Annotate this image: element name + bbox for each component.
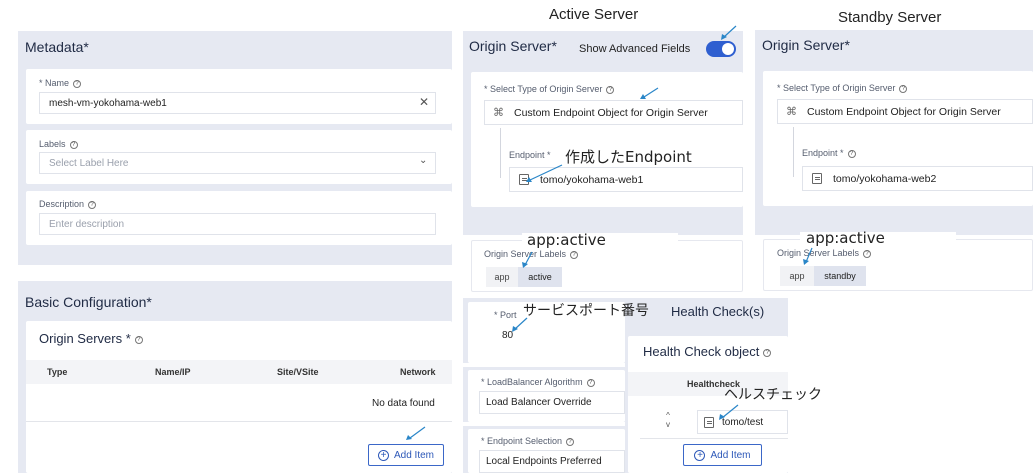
origin-servers-title: Origin Servers *? (39, 331, 143, 346)
labels-select[interactable]: Select Label Here (39, 152, 436, 174)
info-icon: ? (134, 335, 143, 344)
info-icon: ? (863, 249, 872, 258)
lb-algorithm-dropdown[interactable]: Load Balancer Override (479, 391, 625, 414)
advanced-fields-label: Show Advanced Fields (579, 43, 691, 55)
add-health-check-button[interactable]: + Add Item (683, 444, 762, 466)
name-label: * Name? (39, 78, 82, 88)
standby-label-key-tag: app (780, 266, 814, 286)
standby-select-type-label: * Select Type of Origin Server? (777, 83, 908, 93)
labels-label: Labels? (39, 139, 78, 149)
tree-line (500, 128, 501, 178)
add-origin-server-button[interactable]: + Add Item (368, 444, 444, 466)
advanced-fields-toggle[interactable] (706, 41, 736, 57)
info-icon: ? (73, 79, 82, 88)
chevron-down-icon[interactable]: ⌄ (419, 155, 427, 166)
info-icon: ? (606, 85, 615, 94)
info-icon: ? (847, 149, 856, 158)
custom-endpoint-icon: ⌘ (786, 106, 797, 118)
standby-select-type-dropdown[interactable]: ⌘ Custom Endpoint Object for Origin Serv… (777, 99, 1033, 124)
endpoint-object-icon (812, 173, 822, 184)
endpoint-field[interactable]: tomo/yokohama-web1 (509, 167, 743, 192)
annotation-active-server: Active Server (549, 6, 639, 23)
info-icon: ? (586, 378, 595, 387)
info-icon: ? (566, 437, 575, 446)
column-type: Type (47, 367, 68, 377)
port-value[interactable]: 80 (502, 330, 513, 341)
table-divider (26, 421, 452, 422)
annotation-app-active-1: app:active (527, 231, 606, 249)
description-input[interactable]: Enter description (39, 213, 436, 235)
standby-origin-title: Origin Server* (762, 37, 850, 53)
endpoint-object-icon (519, 174, 529, 185)
health-check-object-icon (704, 416, 714, 428)
custom-endpoint-icon: ⌘ (493, 107, 504, 119)
origin-labels-label: Origin Server Labels? (484, 249, 579, 259)
endpoint-selection-label: * Endpoint Selection? (481, 436, 575, 446)
label-key-tag: app (486, 267, 518, 287)
standby-tree-line (793, 127, 794, 177)
description-label: Description? (39, 199, 97, 209)
health-check-section-title: Health Check(s) (671, 304, 765, 319)
endpoint-label: Endpoint * (509, 150, 551, 160)
endpoint-selection-dropdown[interactable]: Local Endpoints Preferred (479, 450, 625, 473)
info-icon: ? (763, 348, 772, 357)
annotation-app-active-2: app:active (806, 229, 885, 247)
clear-icon[interactable]: ✕ (419, 95, 429, 109)
metadata-title: Metadata* (25, 39, 89, 55)
annotation-endpoint-created: 作成したEndpoint (565, 148, 692, 166)
health-check-divider (640, 438, 788, 439)
standby-origin-labels-label: Origin Server Labels? (777, 248, 872, 258)
standby-label-value-tag: standby (814, 266, 866, 286)
health-check-object-title: Health Check object? (643, 344, 772, 359)
basic-config-title: Basic Configuration* (25, 294, 152, 310)
plus-icon: + (377, 449, 389, 461)
name-input[interactable]: mesh-vm-yokohama-web1 (39, 92, 436, 114)
info-icon: ? (88, 200, 97, 209)
empty-state-text: No data found (372, 398, 435, 409)
annotation-service-port: サービスポート番号 (523, 303, 649, 319)
select-type-label: * Select Type of Origin Server? (484, 84, 615, 94)
column-name-ip: Name/IP (155, 367, 191, 377)
active-origin-title: Origin Server* (469, 38, 557, 54)
info-icon: ? (69, 140, 78, 149)
reorder-handle[interactable]: ^ v (666, 411, 670, 429)
label-value-tag: active (518, 267, 562, 287)
column-site-vsite: Site/VSite (277, 367, 319, 377)
column-network: Network (400, 367, 436, 377)
table-header (26, 360, 452, 384)
port-label: * Port (494, 310, 517, 320)
health-check-item[interactable]: tomo/test (697, 410, 788, 434)
plus-icon: + (694, 449, 706, 461)
select-type-dropdown[interactable]: ⌘ Custom Endpoint Object for Origin Serv… (484, 100, 743, 125)
annotation-standby-server: Standby Server (838, 9, 942, 26)
standby-endpoint-label: Endpoint *? (802, 148, 856, 158)
standby-endpoint-field[interactable]: tomo/yokohama-web2 (802, 166, 1033, 191)
info-icon: ? (899, 84, 908, 93)
info-icon: ? (570, 250, 579, 259)
lb-algorithm-label: * LoadBalancer Algorithm? (481, 377, 595, 387)
annotation-health-check: ヘルスチェック (724, 387, 822, 403)
